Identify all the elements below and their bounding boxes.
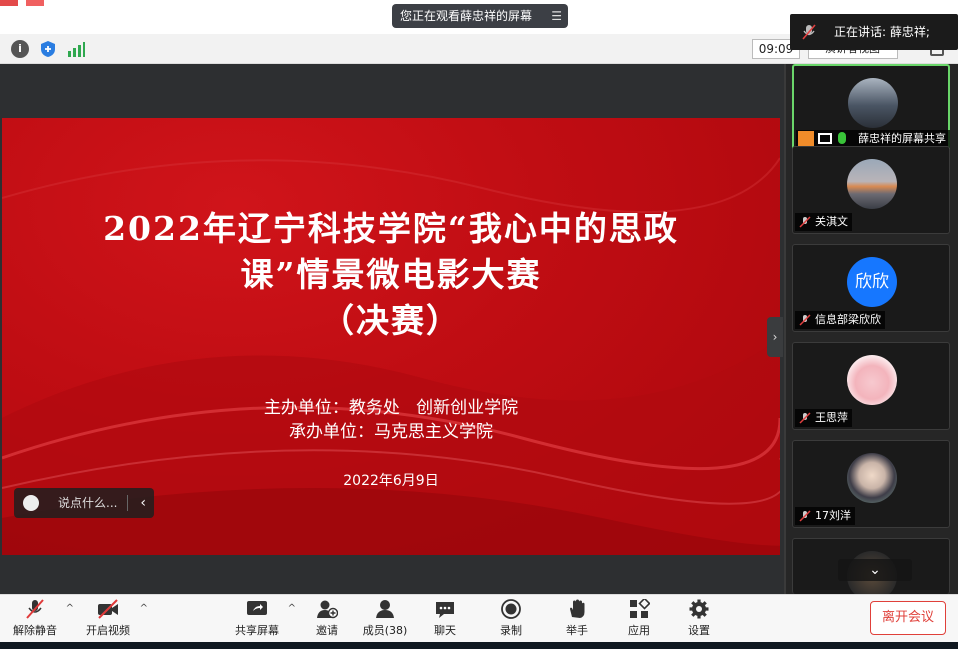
chat-placeholder: 说点什么... <box>58 496 118 510</box>
record-button[interactable]: 录制 <box>494 597 528 641</box>
settings-button[interactable]: 设置 <box>682 597 716 641</box>
muted-mic-icon <box>802 24 816 40</box>
info-icon[interactable]: i <box>11 40 29 58</box>
chat-bubble-icon <box>436 602 454 618</box>
participant-avatar: 欣欣 <box>847 257 897 307</box>
chat-separator <box>127 495 128 511</box>
participant-tile[interactable]: 欣欣 信息部梁欣欣 <box>792 244 950 332</box>
invite-label: 邀请 <box>316 624 338 637</box>
slide-organizer: 承办单位：马克思主义学院 <box>289 422 493 442</box>
participant-tile[interactable]: 王思萍 <box>792 342 950 430</box>
participant-name-bar: 王思萍 <box>795 409 852 427</box>
muted-mic-icon <box>799 314 811 326</box>
participant-name: 薛忠祥的屏幕共享 <box>858 132 946 145</box>
meeting-window: 您正在观看薛忠祥的屏幕 ☰ 正在讲话: 薛忠祥; i 09:09 演讲者视图 <box>0 0 958 649</box>
gear-icon <box>689 599 709 619</box>
avatar-initials: 欣欣 <box>847 257 897 307</box>
signal-strength-icon[interactable] <box>67 40 85 58</box>
participant-tile[interactable]: 关淇文 <box>792 146 950 234</box>
mic-active-icon <box>838 132 846 144</box>
raise-hand-icon <box>570 599 585 618</box>
slide-date: 2022年6月9日 <box>343 473 439 489</box>
participant-name: 王思萍 <box>815 411 848 424</box>
scroll-down-button[interactable]: ⌄ <box>838 559 912 581</box>
screen-share-thumbnail <box>848 78 898 128</box>
viewing-banner-text: 您正在观看薛忠祥的屏幕 <box>400 9 533 23</box>
chevron-left-icon[interactable]: ‹ <box>140 488 146 518</box>
muted-mic-icon <box>799 510 811 522</box>
window-minimize-dot[interactable] <box>26 0 44 6</box>
participant-gallery: 薛忠祥的屏幕共享 关淇文 欣欣 信息部梁欣欣 王思萍 17刘洋 ⌄ <box>784 64 958 601</box>
share-screen-icon <box>818 133 832 144</box>
banner-menu-icon[interactable]: ☰ <box>551 4 562 28</box>
slide-title-line-1: 2022年辽宁科技学院“我心中的思政 <box>103 209 679 248</box>
share-screen-label: 共享屏幕 <box>235 624 279 637</box>
apps-label: 应用 <box>628 624 650 637</box>
collapse-sidebar-button[interactable]: › <box>767 317 783 357</box>
participant-name: 关淇文 <box>815 215 848 228</box>
emoji-icon[interactable] <box>23 495 39 511</box>
members-icon <box>376 600 394 618</box>
participant-name-bar: 关淇文 <box>795 213 852 231</box>
security-shield-icon[interactable] <box>39 40 57 58</box>
participant-name-bar: 17刘洋 <box>795 507 855 525</box>
speaking-text: 正在讲话: 薛忠祥; <box>834 25 930 39</box>
muted-mic-icon <box>799 412 811 424</box>
participant-tile[interactable]: 17刘洋 <box>792 440 950 528</box>
apps-button[interactable]: 应用 <box>622 597 656 641</box>
record-label: 录制 <box>500 624 522 637</box>
participant-tile[interactable]: 薛忠祥的屏幕共享 <box>792 64 950 152</box>
chat-button[interactable]: 聊天 <box>428 597 462 641</box>
shared-screen-area: 2022年辽宁科技学院“我心中的思政 课”情景微电影大赛 （决赛） 主办单位：教… <box>0 64 784 594</box>
settings-label: 设置 <box>688 624 710 637</box>
slide-title-line-2: 课”情景微电影大赛 <box>240 255 542 294</box>
os-taskbar-edge <box>0 642 958 649</box>
participant-name: 17刘洋 <box>815 509 851 522</box>
members-button[interactable]: 成员(38) <box>360 597 410 641</box>
slide-host: 主办单位：教务处 创新创业学院 <box>263 398 519 418</box>
share-screen-button[interactable]: 共享屏幕 ^ <box>232 597 296 641</box>
add-user-icon <box>317 600 338 619</box>
meeting-toolbar: 解除静音 ^ 开启视频 ^ 共享屏幕 ^ 邀请 成员(38) 聊天 录制 举手 … <box>0 594 958 642</box>
share-screen-icon <box>247 601 267 615</box>
slide-title-line-3: （决赛） <box>321 301 461 340</box>
share-options-caret-icon[interactable]: ^ <box>288 603 296 614</box>
participant-name-bar: 信息部梁欣欣 <box>795 311 885 329</box>
audio-options-caret-icon[interactable]: ^ <box>66 603 74 614</box>
host-badge-icon <box>798 131 814 147</box>
unmute-button[interactable]: 解除静音 ^ <box>10 597 74 641</box>
video-options-caret-icon[interactable]: ^ <box>140 603 148 614</box>
apps-grid-icon <box>630 599 650 618</box>
members-label: 成员(38) <box>362 624 408 637</box>
leave-meeting-button[interactable]: 离开会议 <box>870 601 946 635</box>
start-video-button[interactable]: 开启视频 ^ <box>82 597 148 641</box>
viewing-banner: 您正在观看薛忠祥的屏幕 ☰ <box>392 4 568 28</box>
raise-hand-button[interactable]: 举手 <box>560 597 594 641</box>
start-video-label: 开启视频 <box>86 624 130 637</box>
participant-avatar <box>847 355 897 405</box>
participant-avatar <box>847 159 897 209</box>
participant-name: 信息部梁欣欣 <box>815 313 881 326</box>
participant-avatar <box>847 453 897 503</box>
window-close-dot[interactable] <box>0 0 18 6</box>
chat-label: 聊天 <box>434 624 456 637</box>
muted-mic-icon <box>26 599 44 619</box>
raise-hand-label: 举手 <box>566 624 588 637</box>
unmute-label: 解除静音 <box>13 624 57 637</box>
record-icon <box>501 599 521 619</box>
video-off-icon <box>98 599 118 619</box>
chat-quick-input[interactable]: 说点什么... ‹ <box>14 488 154 518</box>
speaking-indicator: 正在讲话: 薛忠祥; <box>790 14 958 50</box>
invite-button[interactable]: 邀请 <box>308 597 346 641</box>
muted-mic-icon <box>799 216 811 228</box>
